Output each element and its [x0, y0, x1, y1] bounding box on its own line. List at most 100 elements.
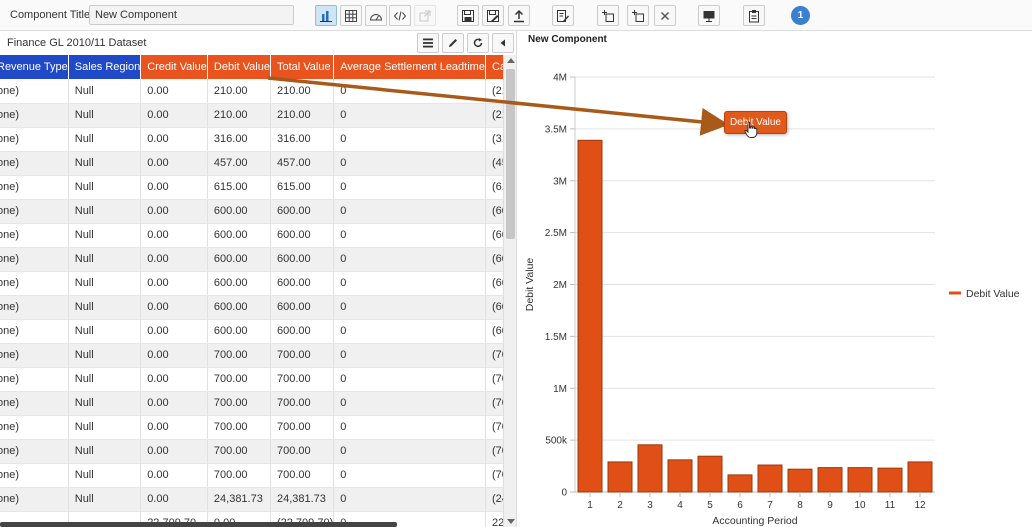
table-cell: one)	[0, 439, 69, 464]
clipboard-button[interactable]	[743, 5, 765, 26]
scroll-thumb[interactable]	[506, 69, 515, 239]
save-icon	[462, 9, 474, 22]
collapse-panel-button[interactable]	[492, 33, 514, 53]
column-header[interactable]: Total Value	[270, 55, 335, 79]
bar[interactable]	[667, 459, 693, 493]
notification-badge[interactable]: 1	[791, 6, 810, 25]
table-row[interactable]: one)Null0.00600.00600.000(600	[0, 271, 503, 296]
table-row[interactable]: one)Null0.00700.00700.000(700	[0, 391, 503, 416]
bar[interactable]	[697, 455, 723, 493]
y-tick-label: 2M	[553, 280, 567, 291]
bar[interactable]	[607, 461, 633, 493]
table-cell: 0.00	[140, 295, 208, 320]
bar[interactable]	[757, 464, 783, 493]
grid-horizontal-scrollbar[interactable]	[0, 522, 397, 527]
chart-view-button[interactable]	[315, 5, 337, 26]
table-row[interactable]: one)Null0.00700.00700.000(700	[0, 415, 503, 440]
table-cell: Null	[68, 79, 142, 104]
pop-out-button[interactable]	[414, 5, 436, 26]
column-header[interactable]: Sales Region	[68, 55, 142, 79]
table-row[interactable]: one)Null0.0024,381.7324,381.730(24,3	[0, 487, 503, 512]
dataset-panel: Finance GL 2010/11 Dataset Revenue Type S…	[0, 31, 517, 527]
table-cell: one)	[0, 151, 69, 176]
bar[interactable]	[577, 139, 603, 493]
table-cell: 615.00	[207, 175, 271, 200]
legend-label[interactable]: Debit Value	[966, 288, 1020, 300]
table-row[interactable]: one)Null0.00600.00600.000(600	[0, 247, 503, 272]
y-axis-label: Debit Value	[524, 258, 536, 312]
table-cell: 600.00	[207, 319, 271, 344]
table-row[interactable]: one)Null0.00316.00316.000(316	[0, 127, 503, 152]
clear-button[interactable]	[654, 5, 676, 26]
refresh-button[interactable]	[467, 33, 489, 53]
x-tick-label: 5	[707, 500, 713, 511]
grid-vertical-scrollbar[interactable]	[503, 55, 516, 527]
bar[interactable]	[907, 461, 933, 493]
table-cell: 0.00	[140, 487, 208, 512]
gauge-view-button[interactable]	[365, 5, 387, 26]
bar[interactable]	[877, 467, 903, 493]
table-row[interactable]: one)Null0.00600.00600.000(600	[0, 199, 503, 224]
x-tick-label: 4	[677, 500, 683, 511]
bar[interactable]	[847, 467, 873, 493]
table-cell: 0	[333, 415, 486, 440]
close-icon	[661, 11, 669, 20]
column-header[interactable]: Debit Value	[207, 55, 271, 79]
table-row[interactable]: one)Null0.00210.00210.000(210	[0, 79, 503, 104]
table-cell: 700.00	[270, 343, 335, 368]
save-as-button[interactable]	[482, 5, 504, 26]
table-row[interactable]: one)Null0.00700.00700.000(700	[0, 367, 503, 392]
table-cell: Null	[68, 127, 142, 152]
presentation-button[interactable]	[698, 5, 720, 26]
chart-title: New Component	[528, 34, 607, 45]
save-button[interactable]	[457, 5, 479, 26]
table-cell: Null	[68, 295, 142, 320]
table-cell: Null	[68, 223, 142, 248]
remove-item-button[interactable]	[627, 5, 649, 26]
table-row[interactable]: one)Null0.00700.00700.000(700	[0, 343, 503, 368]
table-cell: 700.00	[270, 439, 335, 464]
table-cell: 700.00	[270, 463, 335, 488]
table-cell: 316.00	[270, 127, 335, 152]
column-header[interactable]: Average Settlement Leadtime	[333, 55, 486, 79]
table-cell: 0.00	[140, 223, 208, 248]
bar[interactable]	[817, 467, 843, 493]
column-header[interactable]: Cas	[485, 55, 503, 79]
dataset-title: Finance GL 2010/11 Dataset	[7, 37, 147, 49]
table-row[interactable]: one)Null0.00600.00600.000(600	[0, 295, 503, 320]
edit-document-icon	[557, 9, 569, 22]
table-cell: Null	[68, 463, 142, 488]
x-tick-label: 7	[767, 500, 773, 511]
table-row[interactable]: one)Null0.00700.00700.000(700	[0, 463, 503, 488]
column-header[interactable]: Revenue Type	[0, 55, 69, 79]
table-cell: 600.00	[207, 271, 271, 296]
external-link-icon	[419, 10, 431, 21]
table-row[interactable]: one)Null0.00457.00457.000(457	[0, 151, 503, 176]
add-item-button[interactable]	[597, 5, 619, 26]
column-header[interactable]: Credit Value	[140, 55, 208, 79]
table-row[interactable]: one)Null0.00615.00615.000(615	[0, 175, 503, 200]
publish-button[interactable]	[508, 5, 530, 26]
y-tick-label: 3.5M	[545, 124, 567, 135]
edit-dataset-button[interactable]	[442, 33, 464, 53]
data-grid: Revenue Type Sales Region Credit Value Debi…	[0, 55, 503, 527]
table-cell: 0	[333, 439, 486, 464]
y-tick-label: 3M	[553, 176, 567, 187]
column-list-button[interactable]	[417, 33, 439, 53]
table-cell: 210.00	[207, 103, 271, 128]
table-view-button[interactable]	[340, 5, 362, 26]
scroll-up-icon[interactable]	[507, 58, 515, 63]
component-title-input[interactable]	[89, 5, 294, 25]
edit-properties-button[interactable]	[552, 5, 574, 26]
table-row[interactable]: one)Null0.00700.00700.000(700	[0, 439, 503, 464]
table-row[interactable]: one)Null0.00600.00600.000(600	[0, 223, 503, 248]
scroll-down-icon[interactable]	[507, 519, 515, 524]
table-cell: 700.00	[270, 391, 335, 416]
table-row[interactable]: one)Null0.00600.00600.000(600	[0, 319, 503, 344]
bar[interactable]	[637, 444, 663, 493]
table-cell: one)	[0, 343, 69, 368]
bar[interactable]	[727, 474, 753, 493]
code-view-button[interactable]	[389, 5, 411, 26]
bar[interactable]	[787, 468, 813, 493]
table-row[interactable]: one)Null0.00210.00210.000(210	[0, 103, 503, 128]
